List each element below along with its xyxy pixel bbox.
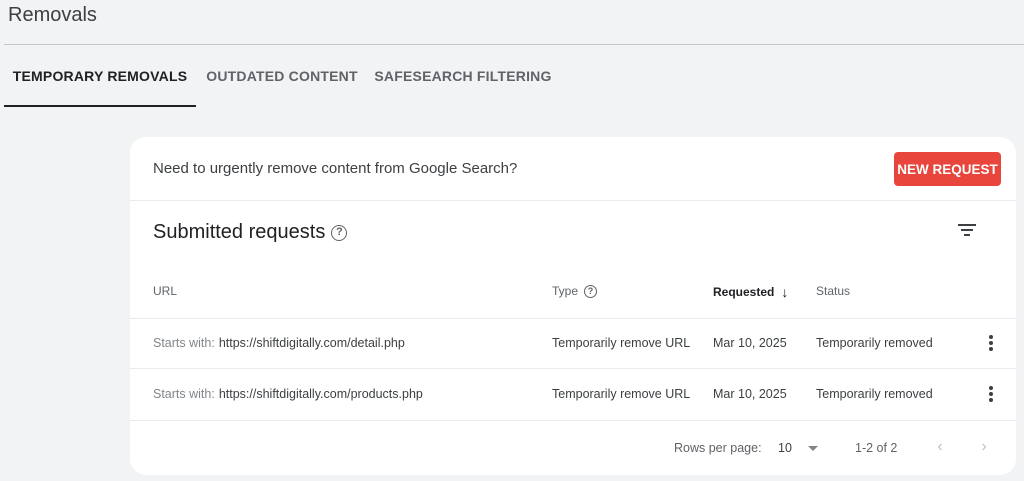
submitted-requests-heading: Submitted requests ? bbox=[153, 221, 348, 244]
column-header-url[interactable]: URL bbox=[153, 284, 177, 298]
type-cell: Temporarily remove URL bbox=[552, 387, 691, 401]
url-prefix: Starts with: bbox=[153, 387, 215, 401]
filter-icon[interactable] bbox=[956, 221, 978, 239]
rows-per-page-value: 10 bbox=[778, 441, 792, 455]
rows-per-page-label: Rows per page: bbox=[674, 441, 762, 455]
tab-temporary-removals[interactable]: TEMPORARY REMOVALS bbox=[4, 45, 196, 107]
url-cell: Starts with: https://shiftdigitally.com/… bbox=[153, 369, 423, 419]
status-cell: Temporarily removed bbox=[816, 336, 933, 350]
row-divider bbox=[130, 420, 1016, 421]
section-title: Submitted requests bbox=[153, 221, 326, 243]
new-request-button[interactable]: NEW REQUEST bbox=[894, 152, 1001, 186]
requested-cell: Mar 10, 2025 bbox=[713, 387, 787, 401]
page-title: Removals bbox=[8, 4, 97, 26]
more-options-icon[interactable] bbox=[987, 386, 995, 404]
more-options-icon[interactable] bbox=[987, 335, 995, 353]
sort-arrow-down-icon: ↓ bbox=[781, 284, 789, 300]
column-header-type-label: Type bbox=[552, 284, 579, 298]
urgent-removal-banner: Need to urgently remove content from Goo… bbox=[130, 137, 1016, 201]
tab-outdated-content[interactable]: OUTDATED CONTENT bbox=[196, 45, 368, 107]
chevron-left-icon[interactable]: ‹ bbox=[930, 437, 950, 457]
chevron-right-icon[interactable]: › bbox=[974, 437, 994, 457]
url-value: https://shiftdigitally.com/detail.php bbox=[218, 336, 405, 350]
tab-bar: TEMPORARY REMOVALS OUTDATED CONTENT SAFE… bbox=[4, 45, 558, 107]
type-cell: Temporarily remove URL bbox=[552, 336, 691, 350]
pagination-bar: Rows per page: 10 1-2 of 2 ‹ › bbox=[130, 429, 1016, 469]
column-header-requested-label: Requested bbox=[713, 285, 775, 299]
requested-cell: Mar 10, 2025 bbox=[713, 336, 787, 350]
url-value: https://shiftdigitally.com/products.php bbox=[218, 387, 423, 401]
column-header-status[interactable]: Status bbox=[816, 284, 850, 298]
column-header-requested[interactable]: Requested ↓ bbox=[713, 284, 788, 300]
url-cell: Starts with: https://shiftdigitally.com/… bbox=[153, 318, 405, 368]
removals-card: Need to urgently remove content from Goo… bbox=[130, 137, 1016, 475]
table-row: Starts with: https://shiftdigitally.com/… bbox=[130, 369, 1016, 419]
pagination-range: 1-2 of 2 bbox=[855, 441, 898, 455]
rows-per-page-select[interactable]: 10 bbox=[778, 441, 818, 455]
tab-safesearch-filtering[interactable]: SAFESEARCH FILTERING bbox=[368, 45, 558, 107]
table-row: Starts with: https://shiftdigitally.com/… bbox=[130, 318, 1016, 368]
help-icon[interactable]: ? bbox=[331, 224, 348, 241]
banner-text: Need to urgently remove content from Goo… bbox=[153, 160, 518, 177]
column-header-type[interactable]: Type ? bbox=[552, 284, 598, 298]
url-prefix: Starts with: bbox=[153, 336, 215, 350]
status-cell: Temporarily removed bbox=[816, 387, 933, 401]
type-help-icon[interactable]: ? bbox=[584, 284, 598, 298]
dropdown-caret-icon bbox=[807, 445, 818, 451]
